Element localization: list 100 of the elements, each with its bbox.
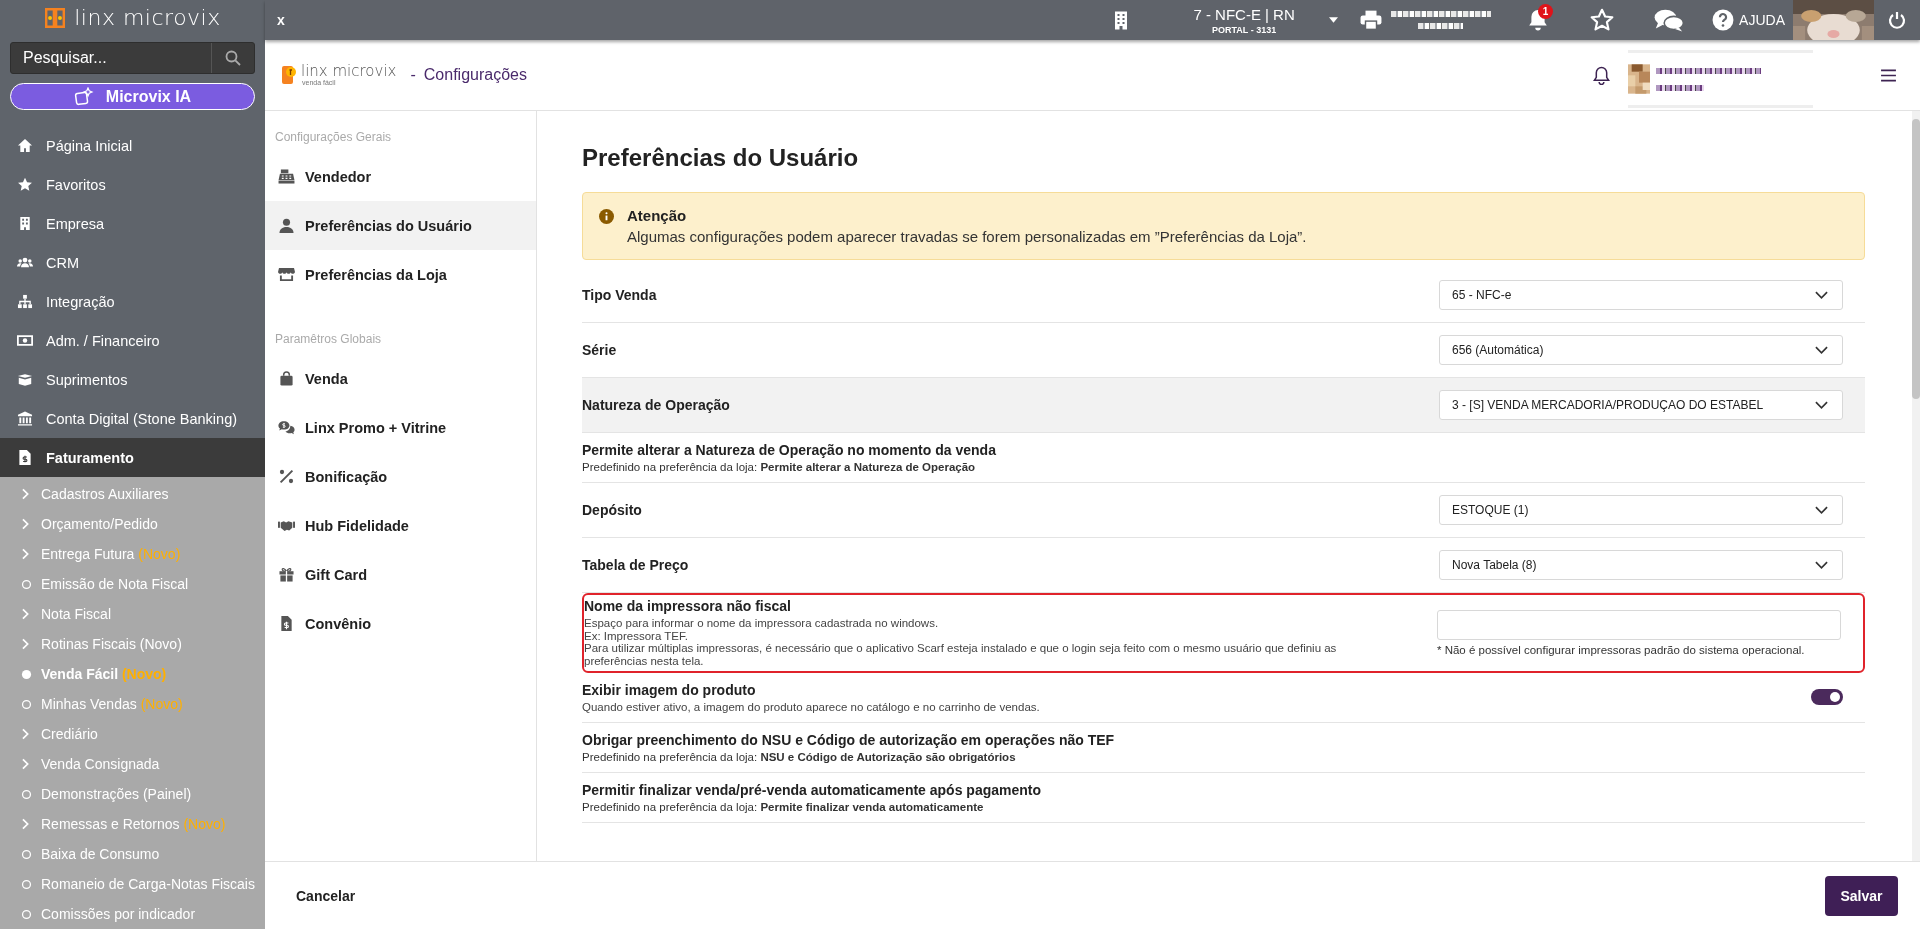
setting-label: Permite alterar a Natureza de Operação no momento da venda xyxy=(582,442,997,458)
circle-icon xyxy=(21,788,32,800)
field-hint: * Não é possível configurar impressoras padrão do sistema operacional. xyxy=(1437,643,1806,656)
scrollbar-thumb[interactable] xyxy=(1912,119,1920,399)
handshake-icon xyxy=(278,518,295,533)
percent-icon xyxy=(278,469,295,484)
circle-icon xyxy=(21,908,32,920)
setting-label: Exibir imagem do produto xyxy=(582,681,757,698)
ai-button[interactable]: Microvix IA xyxy=(10,83,255,110)
power-icon[interactable] xyxy=(1888,11,1906,29)
chevron-right-icon xyxy=(21,488,30,500)
toggle-switch[interactable] xyxy=(1811,689,1843,706)
nav-item[interactable]: Preferências da Loja xyxy=(265,250,536,299)
save-button[interactable]: Salvar xyxy=(1825,875,1898,916)
user-icon xyxy=(278,218,295,233)
box-icon xyxy=(17,372,33,387)
menu-icon[interactable] xyxy=(1881,68,1896,82)
help-button[interactable]: AJUDA xyxy=(1712,9,1785,31)
nav-item[interactable]: Linx Promo + Vitrine xyxy=(265,403,536,452)
setting-note: Predefinido na preferência da loja: Permite alterar a Natureza de Operação xyxy=(582,461,977,473)
chevron-right-icon xyxy=(21,818,30,830)
nav-item[interactable]: Vendedor xyxy=(265,152,536,201)
printer-icon[interactable] xyxy=(1360,10,1383,30)
nav-item[interactable]: Convênio xyxy=(265,599,536,648)
menu-item[interactable]: Página Inicial xyxy=(0,126,265,165)
logo-mark-icon xyxy=(44,6,67,29)
chevron-down-icon xyxy=(1815,506,1828,514)
logo-text: linx microvix xyxy=(74,5,221,31)
setting-label: Série xyxy=(582,342,618,358)
chevron-right-icon xyxy=(21,518,30,530)
store-name: 7 - NFC-E | RN xyxy=(1192,5,1296,23)
home-icon xyxy=(17,138,33,153)
setting-label: Permitir finalizar venda/pré-venda automaticamente após pagamento xyxy=(582,782,1043,799)
menu-item[interactable]: Faturamento xyxy=(0,438,265,477)
text-field[interactable] xyxy=(1437,609,1841,640)
nav-item[interactable]: Gift Card xyxy=(265,550,536,599)
caret-down-icon[interactable] xyxy=(1329,17,1339,23)
chat-icon[interactable] xyxy=(1653,8,1686,32)
phone-logo-icon xyxy=(281,65,297,85)
logo-text: linx microvix xyxy=(301,64,397,79)
menu-item[interactable]: CRM xyxy=(0,243,265,282)
invoice-icon xyxy=(17,450,33,465)
nav-item[interactable]: Bonificação xyxy=(265,452,536,501)
user-card[interactable] xyxy=(1628,50,1813,108)
search-field[interactable]: Pesquisar... xyxy=(10,42,255,75)
cash-register-icon xyxy=(278,169,295,184)
menu-item[interactable]: Empresa xyxy=(0,204,265,243)
chevron-right-icon xyxy=(21,608,30,620)
section-title: Preferências do Usuário xyxy=(582,144,860,172)
shopping-bag-icon xyxy=(278,371,295,386)
chevron-right-icon xyxy=(21,548,30,560)
nav-item[interactable]: Venda xyxy=(265,354,536,403)
bank-icon xyxy=(17,411,33,426)
file-dollar-icon xyxy=(278,616,295,631)
nav-item[interactable]: Hub Fidelidade xyxy=(265,501,536,550)
title-separator: - xyxy=(410,66,416,84)
portal-label: PORTAL - 3131 xyxy=(1211,24,1278,35)
chevron-right-icon xyxy=(21,638,30,650)
notification-badge: 1 xyxy=(1538,4,1554,19)
menu-item[interactable]: Conta Digital (Stone Banking) xyxy=(0,399,265,438)
cancel-button[interactable]: Cancelar xyxy=(290,886,362,905)
setting-description: Espaço para informar o nome da impressora cadastrada no windows. Ex: Impressora TEF. Para utilizar múltiplas impressoras, é necessário que o aplicativo Scarf esteja instalado e que o login seja feito com o mesmo usuário que definiu as preferências nesta tela. xyxy=(584,617,1338,668)
select-field[interactable]: 65 - NFC-e xyxy=(1439,280,1843,310)
select-field[interactable]: ESTOQUE (1) xyxy=(1439,495,1843,525)
select-field[interactable]: Nova Tabela (8) xyxy=(1439,550,1843,580)
menu-item[interactable]: Favoritos xyxy=(0,165,265,204)
select-field[interactable]: 3 - [S] VENDA MERCADORIA/PRODUÇAO DO ESTABEL xyxy=(1439,390,1843,420)
alert-title: Atenção xyxy=(627,207,688,224)
select-field[interactable]: 656 (Automática) xyxy=(1439,335,1843,365)
circle-icon xyxy=(21,878,32,890)
chevron-down-icon xyxy=(1815,561,1828,569)
star-icon[interactable] xyxy=(1590,8,1615,32)
section-heading: Configurações Gerais xyxy=(274,129,393,146)
sitemap-icon xyxy=(17,294,33,309)
store-icon xyxy=(278,267,295,282)
chevron-right-icon xyxy=(21,728,30,740)
search-icon[interactable] xyxy=(225,50,241,67)
filled-circle-icon xyxy=(21,668,32,680)
setting-label: Depósito xyxy=(582,502,643,518)
gift-icon xyxy=(278,567,295,582)
section-heading: Paramêtros Globais xyxy=(274,331,383,348)
chat-dollar-icon xyxy=(278,420,295,435)
bell-icon[interactable] xyxy=(1593,65,1610,85)
menu-item[interactable]: Suprimentos xyxy=(0,360,265,399)
chevron-down-icon xyxy=(1815,291,1828,299)
money-icon xyxy=(17,333,33,348)
circle-icon xyxy=(21,698,32,710)
setting-label: Obrigar preenchimento do NSU e Código de autorização em operações não TEF xyxy=(582,732,1116,749)
setting-label: Nome da impressora não fiscal xyxy=(584,598,792,614)
menu-item[interactable]: Adm. / Financeiro xyxy=(0,321,265,360)
setting-note: Predefinido na preferência da loja: NSU e Código de Autorização são obrigatórios xyxy=(582,751,1017,764)
close-button[interactable]: x xyxy=(271,11,291,29)
alert-message: Algumas configurações podem aparecer travadas se forem personalizadas em ”Preferências da Loja”. xyxy=(627,228,1307,245)
setting-note: Predefinido na preferência da loja: Permite finalizar venda automaticamente xyxy=(582,801,985,814)
setting-label: Tipo Venda xyxy=(582,287,658,303)
page-title: Configurações xyxy=(423,66,527,84)
menu-item[interactable]: Integração xyxy=(0,282,265,321)
circle-icon xyxy=(21,848,32,860)
setting-description: Quando estiver ativo, a imagem do produto aparece no catálogo e no carrinho de vendas. xyxy=(582,700,1041,714)
nav-item[interactable]: Preferências do Usuário xyxy=(265,201,536,250)
